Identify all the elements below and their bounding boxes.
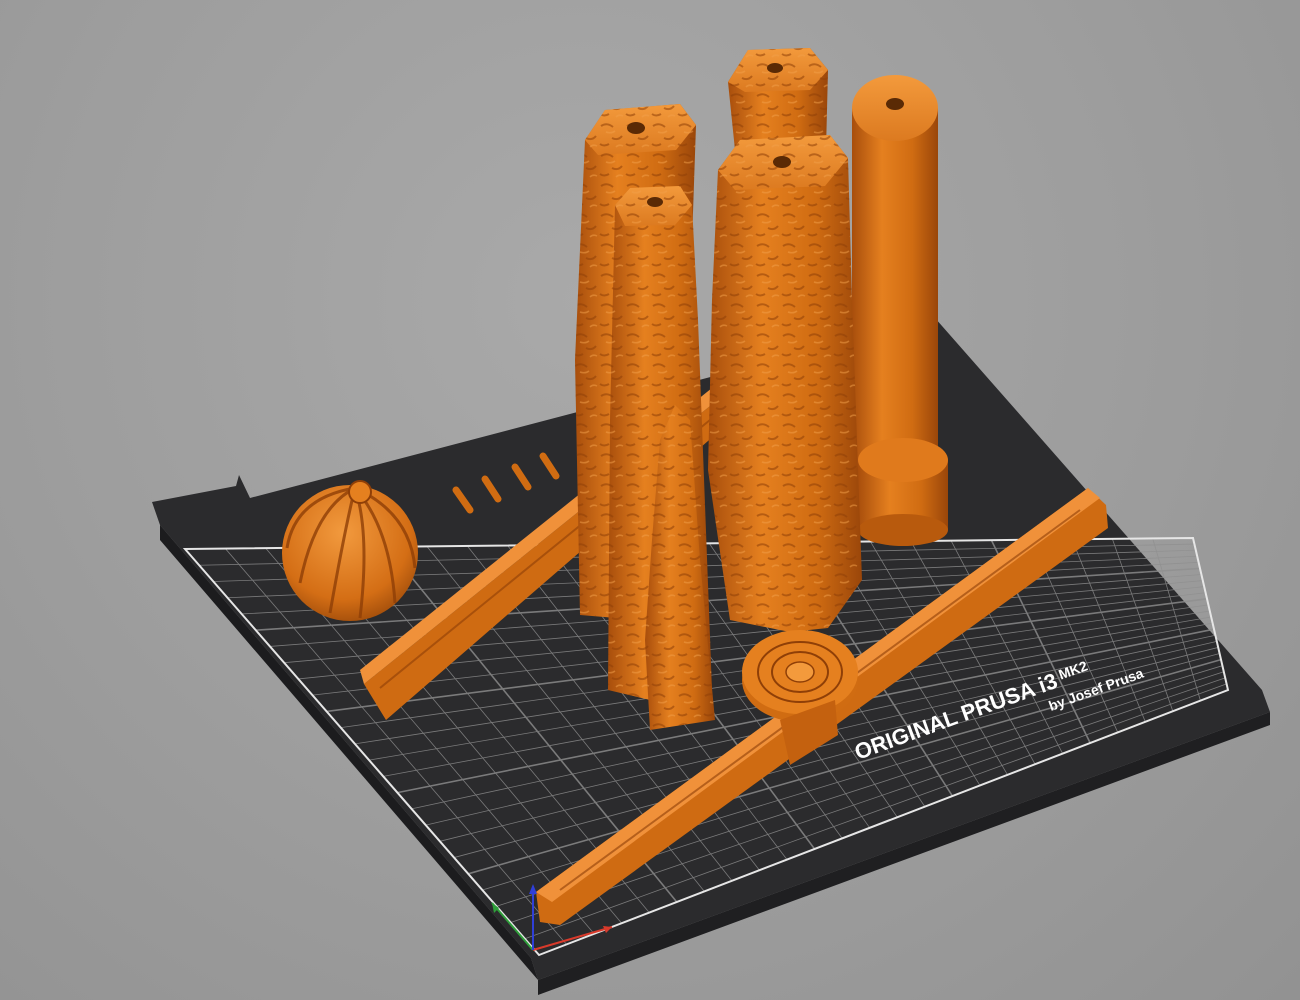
rock-pillar-front-model[interactable] [708, 135, 862, 632]
scene: ORIGINAL PRUSA i3 MK2 by Josef Prusa [152, 48, 1270, 995]
3d-viewport[interactable]: ORIGINAL PRUSA i3 MK2 by Josef Prusa [0, 0, 1300, 1000]
round-column-model[interactable] [852, 75, 948, 546]
rock-pillar-back-model[interactable] [728, 48, 828, 150]
